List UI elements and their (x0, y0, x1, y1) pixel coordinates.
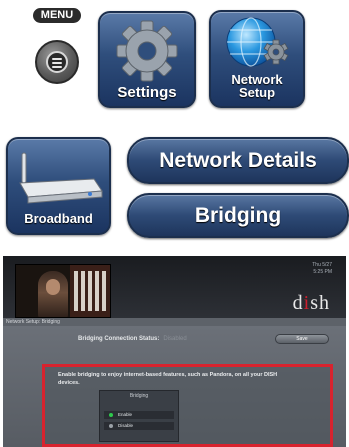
save-button[interactable]: Save (275, 334, 329, 344)
broadband-button[interactable]: Broadband (6, 137, 111, 235)
status-value: Disabled (163, 336, 187, 342)
disable-option[interactable]: Disable (104, 422, 174, 430)
selected-dot-icon (109, 413, 113, 417)
network-setup-label-line2: Setup (238, 85, 276, 100)
bridging-options: Bridging Enable Disable (99, 390, 179, 442)
clock: Thu 5/27 5:25 PM (312, 262, 332, 276)
clock-date: Thu 5/27 (312, 262, 332, 268)
network-setup-button[interactable]: Network Setup (209, 10, 305, 108)
router-icon (19, 152, 103, 204)
gear-icon (116, 20, 178, 82)
highlight-box: Enable bridging to enjoy internet-based … (42, 364, 333, 447)
enable-option[interactable]: Enable (104, 411, 174, 419)
bridging-options-title: Bridging (129, 393, 149, 399)
clock-time: 5:25 PM (313, 269, 332, 275)
bridging-settings-panel: Bridging Connection Status: Disabled Save… (3, 326, 346, 447)
menu-label: MENU (33, 8, 81, 23)
status-label: Bridging Connection Status: (78, 336, 160, 342)
settings-button[interactable]: Settings (98, 11, 196, 108)
live-tv-preview (15, 264, 111, 318)
bridging-button[interactable]: Bridging (127, 193, 349, 238)
description-text: Enable bridging to enjoy internet-based … (58, 372, 278, 386)
tv-header: Thu 5/27 5:25 PM dish (3, 256, 346, 318)
unselected-dot-icon (109, 424, 113, 428)
dish-logo: dish (292, 292, 330, 314)
tv-screen: Thu 5/27 5:25 PM dish Network Setup: Bri… (3, 256, 346, 447)
menu-button[interactable] (35, 40, 79, 84)
broadband-label: Broadband (24, 211, 93, 226)
menu-icon (46, 51, 68, 73)
status-row: Bridging Connection Status: Disabled (78, 336, 187, 342)
enable-option-label: Enable (118, 412, 133, 417)
settings-label: Settings (117, 84, 177, 101)
disable-option-label: Disable (118, 423, 134, 428)
breadcrumb: Network Setup: Bridging (3, 318, 346, 326)
network-details-button[interactable]: Network Details (127, 137, 349, 184)
